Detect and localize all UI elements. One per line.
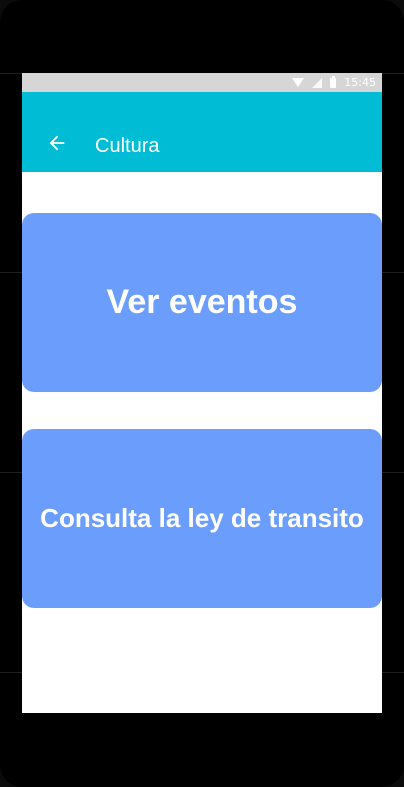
signal-icon	[312, 77, 323, 88]
wifi-icon	[292, 78, 305, 87]
page-title: Cultura	[95, 135, 160, 157]
status-icons: 15:45	[292, 75, 376, 90]
battery-icon	[330, 75, 337, 88]
status-bar: 15:45	[22, 73, 382, 92]
status-time: 15:45	[344, 76, 376, 89]
phone-screen: 15:45 Cultura Ver eventos Consulta la le…	[22, 73, 382, 713]
app-bar: Cultura	[22, 92, 382, 172]
consulta-ley-transito-button[interactable]: Consulta la ley de transito	[22, 429, 382, 608]
arrow-back-icon[interactable]	[46, 132, 68, 154]
device-frame: 15:45 Cultura Ver eventos Consulta la le…	[0, 0, 404, 787]
ver-eventos-button[interactable]: Ver eventos	[22, 213, 382, 392]
